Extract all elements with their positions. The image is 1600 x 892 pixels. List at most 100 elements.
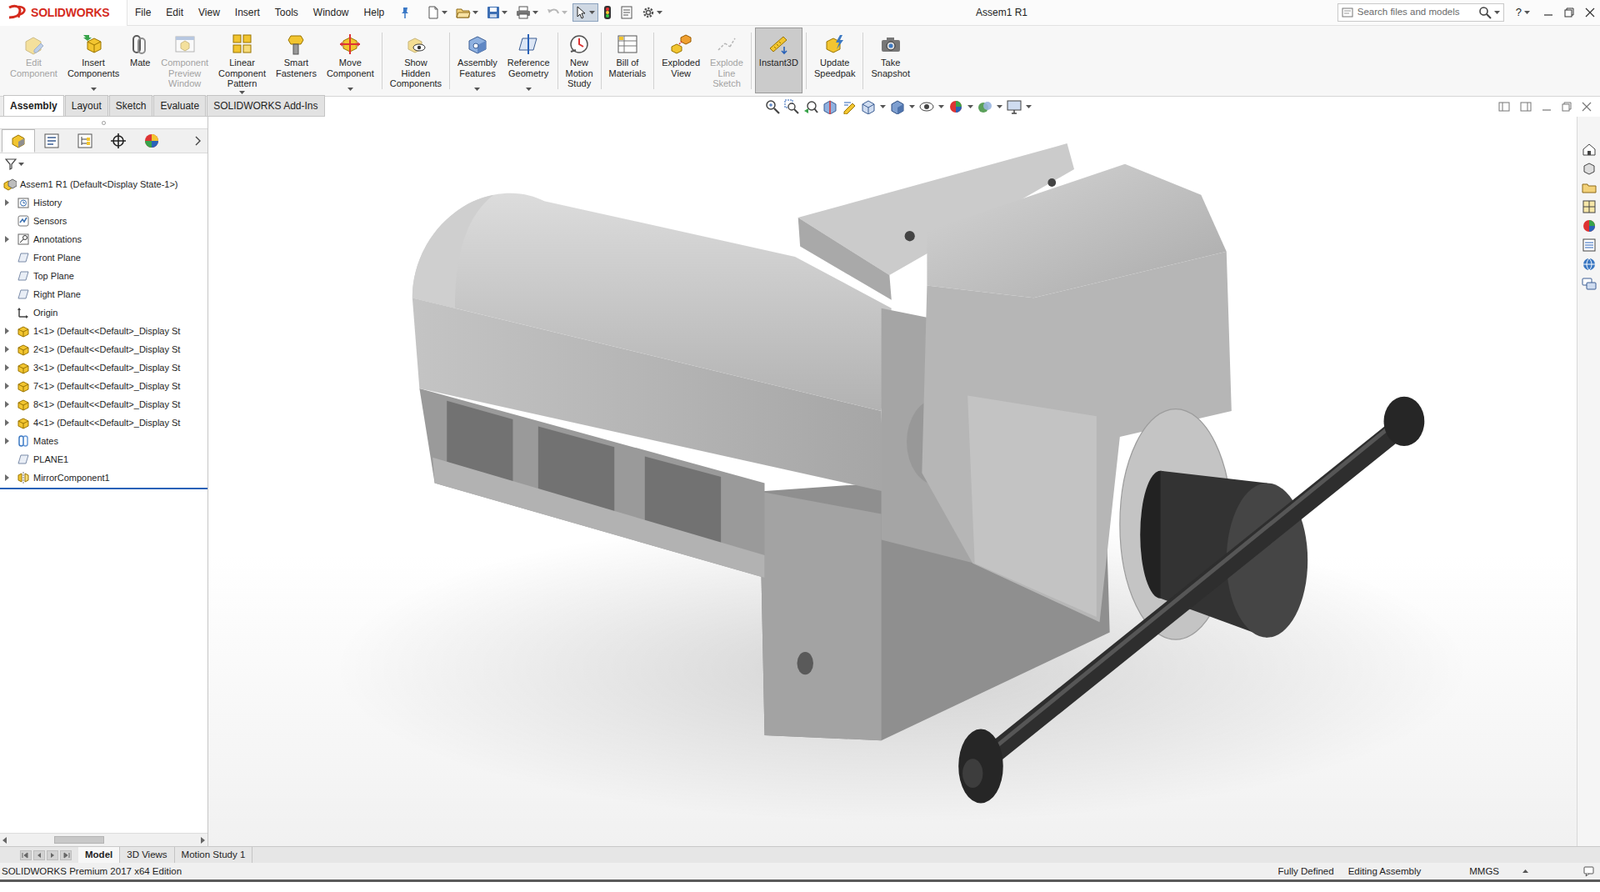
- solidworks-resources-icon[interactable]: [1581, 141, 1597, 157]
- tree-item-label[interactable]: 8<1> (Default<<Default>_Display St: [33, 397, 180, 412]
- tree-item[interactable]: Origin: [0, 303, 208, 322]
- tree-item[interactable]: Annotations: [0, 230, 208, 249]
- tile-right-icon[interactable]: [1520, 101, 1532, 112]
- expand-arrow-icon[interactable]: [3, 474, 10, 481]
- panel-tab[interactable]: [68, 129, 102, 153]
- view-settings-icon[interactable]: [1006, 99, 1022, 115]
- tree-item[interactable]: Mates: [0, 431, 208, 450]
- menu-help[interactable]: Help: [356, 2, 393, 23]
- dropdown-caret-icon[interactable]: [239, 89, 245, 95]
- heads-up-caret-icon[interactable]: [938, 105, 945, 109]
- graphics-area[interactable]: [208, 116, 1577, 846]
- scroll-right-icon[interactable]: [200, 836, 205, 844]
- tree-item-label[interactable]: MirrorComponent1: [33, 470, 110, 485]
- heads-up-caret-icon[interactable]: [996, 105, 1003, 109]
- tree-root-label[interactable]: Assem1 R1 (Default<Display State-1>): [20, 177, 179, 192]
- quick-access-button[interactable]: [616, 3, 637, 22]
- quick-access-button[interactable]: [423, 3, 451, 22]
- tree-item[interactable]: 1<1> (Default<<Default>_Display St: [0, 321, 208, 340]
- tree-item-label[interactable]: Sensors: [33, 214, 67, 229]
- heads-up-caret-icon[interactable]: [967, 105, 974, 109]
- heads-up-caret-icon[interactable]: [880, 105, 886, 109]
- search-caret-icon[interactable]: [1494, 10, 1500, 15]
- tree-item[interactable]: 4<1> (Default<<Default>_Display St: [0, 413, 208, 432]
- panel-tab[interactable]: [35, 129, 69, 153]
- menu-window[interactable]: Window: [305, 2, 357, 23]
- dropdown-caret-icon[interactable]: [525, 85, 532, 91]
- expand-toggle[interactable]: [0, 358, 14, 377]
- dropdown-caret-icon[interactable]: [90, 85, 97, 91]
- tree-item-label[interactable]: Mates: [33, 434, 59, 449]
- tab-scroll-0-icon[interactable]: [20, 850, 32, 860]
- assembly-features-button[interactable]: Assembly Features: [453, 27, 502, 94]
- dynamic-annotation-icon[interactable]: [841, 99, 857, 115]
- display-style-icon[interactable]: [890, 99, 905, 115]
- filter-funnel-icon[interactable]: [5, 158, 17, 170]
- tab-scroll-1-icon[interactable]: [33, 850, 45, 860]
- smart-fasteners-button[interactable]: Smart Fasteners: [271, 27, 321, 94]
- tree-item[interactable]: Front Plane: [0, 248, 208, 267]
- help-caret-icon[interactable]: [1524, 10, 1530, 15]
- tree-item-label[interactable]: 3<1> (Default<<Default>_Display St: [33, 360, 180, 375]
- previous-view-icon[interactable]: [803, 99, 819, 115]
- more-tabs-chevron-icon[interactable]: [194, 135, 201, 146]
- expand-arrow-icon[interactable]: [3, 400, 10, 408]
- take-snapshot-button[interactable]: Take Snapshot: [866, 27, 914, 94]
- quick-tips-icon[interactable]: [1583, 865, 1595, 877]
- rollback-bar[interactable]: [0, 487, 208, 490]
- pin-icon[interactable]: [398, 5, 412, 20]
- panel-tab[interactable]: [101, 129, 135, 153]
- exploded-view-button[interactable]: Exploded View: [657, 27, 705, 94]
- tab-scroll-3-icon[interactable]: [60, 850, 72, 860]
- help-button[interactable]: ?: [1515, 4, 1530, 21]
- panel-tab[interactable]: [135, 129, 169, 153]
- magnifier-icon[interactable]: [1478, 5, 1492, 20]
- bottom-tab[interactable]: Motion Study 1: [175, 846, 254, 863]
- mate-button[interactable]: Mate: [125, 27, 155, 94]
- design-library-icon[interactable]: [1581, 160, 1597, 176]
- restore-icon[interactable]: [1564, 7, 1575, 18]
- expand-toggle[interactable]: [0, 395, 14, 414]
- dropdown-caret-icon[interactable]: [561, 10, 568, 15]
- zoom-area-icon[interactable]: [784, 99, 800, 115]
- update-speedpak-button[interactable]: Update Speedpak: [810, 27, 860, 94]
- expand-arrow-icon[interactable]: [3, 199, 10, 206]
- expand-toggle[interactable]: [0, 431, 14, 450]
- command-tab[interactable]: Assembly: [3, 95, 65, 116]
- tree-item-label[interactable]: Origin: [33, 305, 58, 320]
- expand-toggle[interactable]: [0, 376, 14, 395]
- tree-item-label[interactable]: 1<1> (Default<<Default>_Display St: [33, 324, 180, 339]
- quick-access-button[interactable]: [572, 3, 599, 22]
- quick-access-button[interactable]: [512, 3, 542, 22]
- file-explorer-icon[interactable]: [1581, 180, 1597, 195]
- panel-scrollbar[interactable]: [0, 832, 208, 846]
- collaboration-icon[interactable]: [1581, 275, 1597, 291]
- tree-item-label[interactable]: Top Plane: [33, 269, 75, 284]
- tree-item[interactable]: 8<1> (Default<<Default>_Display St: [0, 395, 208, 414]
- expand-arrow-icon[interactable]: [3, 437, 10, 445]
- dropdown-caret-icon[interactable]: [501, 10, 508, 15]
- filter-caret-icon[interactable]: [18, 162, 25, 166]
- expand-arrow-icon[interactable]: [3, 382, 10, 390]
- dropdown-caret-icon[interactable]: [589, 10, 595, 15]
- scroll-thumb[interactable]: [54, 835, 105, 844]
- hide-show-items-icon[interactable]: [919, 99, 935, 115]
- menu-edit[interactable]: Edit: [158, 2, 191, 23]
- unit-system[interactable]: MMGS: [1469, 864, 1500, 879]
- heads-up-caret-icon[interactable]: [909, 105, 915, 109]
- graphics-minimize-icon[interactable]: [1541, 101, 1552, 112]
- tree-item-label[interactable]: Front Plane: [33, 250, 81, 265]
- dropdown-caret-icon[interactable]: [441, 10, 448, 15]
- view-orientation-icon[interactable]: [860, 99, 876, 115]
- command-tab[interactable]: Layout: [65, 95, 109, 116]
- splitter-handle[interactable]: [101, 120, 106, 125]
- quick-access-button[interactable]: [483, 3, 511, 22]
- reference-geometry-button[interactable]: Reference Geometry: [503, 27, 555, 94]
- tree-root[interactable]: Assem1 R1 (Default<Display State-1>): [0, 175, 208, 194]
- tree-item[interactable]: Right Plane: [0, 285, 208, 304]
- appearances-icon[interactable]: [1581, 218, 1597, 234]
- expand-toggle[interactable]: [0, 340, 14, 359]
- vise-model[interactable]: [208, 116, 1577, 846]
- minimize-icon[interactable]: [1543, 7, 1554, 18]
- expand-arrow-icon[interactable]: [3, 364, 10, 371]
